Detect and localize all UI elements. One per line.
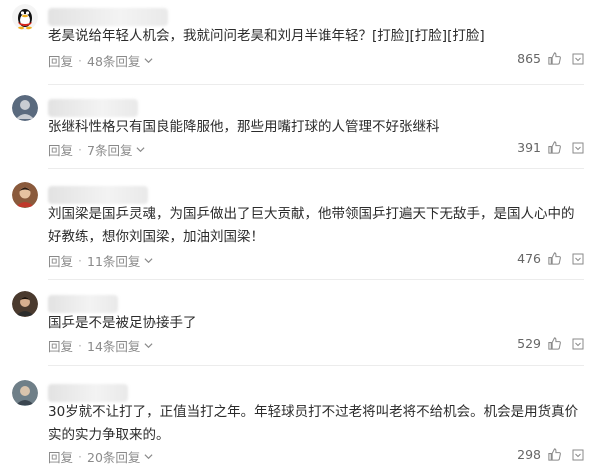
like-count: 865 — [517, 51, 541, 66]
separator: · — [78, 142, 82, 157]
comment-actions: 回复 · 14条回复 — [48, 336, 153, 355]
separator: · — [78, 449, 82, 464]
like-count: 391 — [517, 140, 541, 155]
chevron-down-icon — [144, 258, 153, 264]
replies-count: 20条回复 — [87, 450, 141, 465]
thumbs-up-icon[interactable] — [547, 251, 562, 266]
comment-right-actions: 476 — [517, 251, 584, 266]
more-options-icon[interactable] — [572, 53, 584, 65]
reply-button[interactable]: 回复 — [48, 51, 73, 70]
more-options-icon[interactable] — [572, 253, 584, 265]
more-options-icon[interactable] — [572, 338, 584, 350]
like-count: 529 — [517, 336, 541, 351]
view-replies-button[interactable]: 11条回复 — [87, 251, 153, 270]
view-replies-button[interactable]: 14条回复 — [87, 336, 153, 355]
comment-item: 国乒是不是被足协接手了 回复 · 14条回复 529 — [0, 287, 600, 367]
comment-text: 老昊说给年轻人机会，我就问问老昊和刘月半谁年轻？[打脸][打脸][打脸] — [48, 28, 485, 44]
divider — [48, 365, 584, 366]
reply-button[interactable]: 回复 — [48, 251, 73, 270]
chevron-down-icon — [144, 454, 153, 460]
comment-actions: 回复 · 7条回复 — [48, 140, 145, 159]
comment-text: 刘国梁是国乒灵魂，为国乒做出了巨大贡献，他带领国乒打遍天下无敌手，是国人心中的好… — [48, 206, 575, 245]
like-count: 476 — [517, 251, 541, 266]
user-avatar-icon[interactable] — [12, 182, 38, 208]
username-blurred[interactable] — [48, 99, 138, 117]
replies-count: 11条回复 — [87, 254, 141, 269]
divider — [48, 84, 584, 85]
reply-button[interactable]: 回复 — [48, 447, 73, 466]
chevron-down-icon — [144, 58, 153, 64]
comment-right-actions: 529 — [517, 336, 584, 351]
replies-count: 7条回复 — [87, 143, 133, 158]
comment-text: 张继科性格只有国良能降服他，那些用嘴打球的人管理不好张继科 — [48, 119, 440, 135]
comment-actions: 回复 · 48条回复 — [48, 51, 153, 70]
replies-count: 48条回复 — [87, 54, 141, 69]
qq-penguin-avatar-icon[interactable] — [12, 4, 38, 30]
user-avatar-icon[interactable] — [12, 95, 38, 121]
thumbs-up-icon[interactable] — [547, 336, 562, 351]
separator: · — [78, 338, 82, 353]
view-replies-button[interactable]: 7条回复 — [87, 140, 145, 159]
more-options-icon[interactable] — [572, 449, 584, 461]
chevron-down-icon — [144, 343, 153, 349]
username-blurred[interactable] — [48, 8, 168, 26]
comment-item: 刘国梁是国乒灵魂，为国乒做出了巨大贡献，他带领国乒打遍天下无敌手，是国人心中的好… — [0, 178, 600, 282]
user-avatar-icon[interactable] — [12, 291, 38, 317]
divider — [48, 168, 584, 169]
comment-right-actions: 391 — [517, 140, 584, 155]
thumbs-up-icon[interactable] — [547, 51, 562, 66]
thumbs-up-icon[interactable] — [547, 140, 562, 155]
comment-item: 张继科性格只有国良能降服他，那些用嘴打球的人管理不好张继科 回复 · 7条回复 … — [0, 91, 600, 171]
more-options-icon[interactable] — [572, 142, 584, 154]
like-count: 298 — [517, 447, 541, 462]
comment-right-actions: 865 — [517, 51, 584, 66]
comment-actions: 回复 · 20条回复 — [48, 447, 153, 466]
replies-count: 14条回复 — [87, 339, 141, 354]
comment-text: 30岁就不让打了，正值当打之年。年轻球员打不过老将叫老将不给机会。机会是用货真价… — [48, 404, 579, 443]
view-replies-button[interactable]: 48条回复 — [87, 51, 153, 70]
comment-text: 国乒是不是被足协接手了 — [48, 315, 197, 331]
separator: · — [78, 53, 82, 68]
comment-right-actions: 298 — [517, 447, 584, 462]
comment-item: 30岁就不让打了，正值当打之年。年轻球员打不过老将叫老将不给机会。机会是用货真价… — [0, 376, 600, 473]
separator: · — [78, 253, 82, 268]
user-avatar-icon[interactable] — [12, 380, 38, 406]
username-blurred[interactable] — [48, 384, 128, 402]
comment-item: 老昊说给年轻人机会，我就问问老昊和刘月半谁年轻？[打脸][打脸][打脸] 回复 … — [0, 0, 600, 90]
username-blurred[interactable] — [48, 186, 148, 204]
comment-actions: 回复 · 11条回复 — [48, 251, 153, 270]
divider — [48, 279, 584, 280]
username-blurred[interactable] — [48, 295, 118, 313]
view-replies-button[interactable]: 20条回复 — [87, 447, 153, 466]
reply-button[interactable]: 回复 — [48, 140, 73, 159]
reply-button[interactable]: 回复 — [48, 336, 73, 355]
chevron-down-icon — [136, 147, 145, 153]
thumbs-up-icon[interactable] — [547, 447, 562, 462]
